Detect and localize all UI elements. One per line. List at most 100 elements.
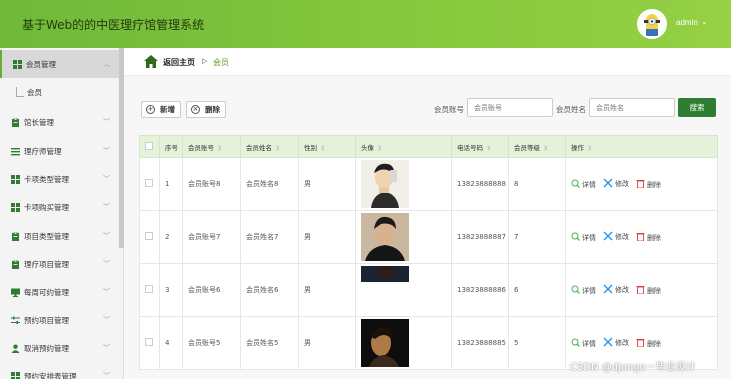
detail-button[interactable]: 详情 [571,338,596,349]
breadcrumb-home-link[interactable]: 返回主页 [163,57,195,68]
column-header[interactable]: 序号 [159,135,183,158]
user-menu-caret-icon[interactable]: ⌄ [701,17,708,26]
column-header-label: 头像 [361,143,374,152]
actions-cell: 详情 修改 删除 [565,263,718,317]
account-search-input[interactable] [467,98,553,117]
member-photo [361,160,409,208]
action-label: 删除 [647,339,661,348]
sidebar-item-label: 预约安排表管理 [24,371,77,379]
phone-cell: 13823888886 [451,263,509,317]
sidebar-item-label: 理疗项目管理 [24,259,69,269]
column-header-label: 会员账号 [188,143,214,152]
grid-icon [11,202,20,212]
column-header[interactable]: 操作 ⇕ [565,135,718,158]
sort-icon[interactable]: ⇕ [275,145,280,152]
row-checkbox[interactable] [145,232,153,240]
sidebar-item[interactable]: 会员管理 ︿ [0,50,119,78]
row-checkbox[interactable] [145,179,153,187]
gender-cell: 男 [298,316,356,370]
clipboard-icon [11,117,20,127]
index-cell: 4 [159,316,183,370]
phone-cell: 13823888888 [451,157,509,211]
column-header-label: 会员姓名 [246,143,272,152]
chevron-down-icon: ﹀ [103,118,110,126]
actions-cell: 详情 修改 删除 [565,210,718,264]
name-search-input[interactable] [589,98,675,117]
search-button[interactable]: 搜索 [678,98,716,117]
sort-icon[interactable]: ⇕ [377,145,382,152]
breadcrumb: 返回主页 ▷ 会员 [124,48,731,76]
detail-button[interactable]: 详情 [571,232,596,243]
sidebar-item[interactable]: 预约项目管理 ﹀ [0,306,119,334]
row-checkbox[interactable] [145,285,153,293]
grid-icon [11,174,20,184]
index-cell: 1 [159,157,183,211]
avatar-cell [355,157,452,211]
delete-row-button[interactable]: 删除 [636,338,661,349]
sidebar-item[interactable]: 理疗项目管理 ﹀ [0,250,119,278]
row-checkbox[interactable] [145,338,153,346]
wrench-icon [603,284,615,296]
column-header[interactable]: 会员姓名 ⇕ [240,135,299,158]
sort-icon[interactable]: ⇕ [543,145,548,152]
avatar-cell [355,263,452,317]
column-header[interactable]: 会员等级 ⇕ [508,135,566,158]
close-circle-icon: × [191,105,200,114]
account-cell: 会员账号6 [182,263,241,317]
select-all-checkbox[interactable] [145,141,153,150]
select-all-cell [139,135,160,158]
add-button[interactable]: + 新增 [141,101,181,118]
sort-icon[interactable]: ⇕ [320,145,325,152]
column-header[interactable]: 头像 ⇕ [355,135,452,158]
column-header[interactable]: 会员账号 ⇕ [182,135,241,158]
edit-button[interactable]: 修改 [603,178,629,190]
sidebar-item[interactable]: 每周可约管理 ﹀ [0,278,119,306]
column-header[interactable]: 性别 ⇕ [298,135,356,158]
delete-button[interactable]: × 删除 [186,101,226,118]
sort-icon[interactable]: ⇕ [587,145,592,152]
edit-button[interactable]: 修改 [603,284,629,296]
delete-row-button[interactable]: 删除 [636,232,661,243]
column-header[interactable]: 电话号码 ⇕ [451,135,509,158]
action-label: 修改 [615,339,629,347]
delete-row-button[interactable]: 删除 [636,285,661,296]
detail-button[interactable]: 详情 [571,179,596,190]
edit-button[interactable]: 修改 [603,337,629,349]
monitor-icon [11,288,20,297]
sidebar-subitem[interactable]: 会员 [0,79,119,106]
sidebar-item[interactable]: 理疗师管理 ﹀ [0,137,119,165]
trash-icon [636,179,647,190]
name-search-label: 会员姓名 [556,105,586,114]
sidebar-item[interactable]: 取消预约管理 ﹀ [0,334,119,362]
sort-icon[interactable]: ⇕ [217,145,222,152]
account-cell: 会员账号7 [182,210,241,264]
sidebar-item[interactable]: 馆长管理 ﹀ [0,108,119,136]
sidebar-item[interactable]: 卡项类型管理 ﹀ [0,165,119,193]
sidebar-subitem-label: 会员 [27,88,42,97]
user-avatar[interactable] [637,9,667,39]
detail-button[interactable]: 详情 [571,285,596,296]
index-cell: 3 [159,263,183,317]
user-name[interactable]: admin [676,18,698,27]
sidebar-item[interactable]: 项目类型管理 ﹀ [0,222,119,250]
sort-icon[interactable]: ⇕ [486,145,491,152]
home-icon[interactable] [144,55,158,68]
column-header-label: 操作 [571,143,584,152]
account-cell: 会员账号8 [182,157,241,211]
sidebar-item-label: 会员管理 [26,59,56,69]
sidebar-item[interactable]: 预约安排表管理 ﹀ [0,362,119,379]
watermark: CSDN @django－毕业设计 [570,362,696,373]
table-row[interactable]: 2 会员账号7 会员姓名7 男 13823888887 7 详情 修改 删除 [139,210,718,264]
table-row[interactable]: 1 会员账号8 会员姓名8 男 13823888888 8 详情 修改 删除 [139,157,718,211]
member-photo [361,213,409,261]
column-header-label: 会员等级 [514,143,540,152]
table-body: 1 会员账号8 会员姓名8 男 13823888888 8 详情 修改 删除 2 会员账号7 会员姓名… [139,157,718,370]
delete-row-button[interactable]: 删除 [636,179,661,190]
table-row[interactable]: 3 会员账号6 会员姓名6 男 13823888886 6 详情 修改 删除 [139,263,718,317]
sidebar-item[interactable]: 卡项购买管理 ﹀ [0,193,119,221]
select-cell [139,316,160,370]
edit-button[interactable]: 修改 [603,231,629,243]
top-header: 基于Web的的中医理疗馆管理系统 admin ⌄ [0,0,731,48]
action-label: 详情 [582,180,596,189]
phone-cell: 13823888887 [451,210,509,264]
